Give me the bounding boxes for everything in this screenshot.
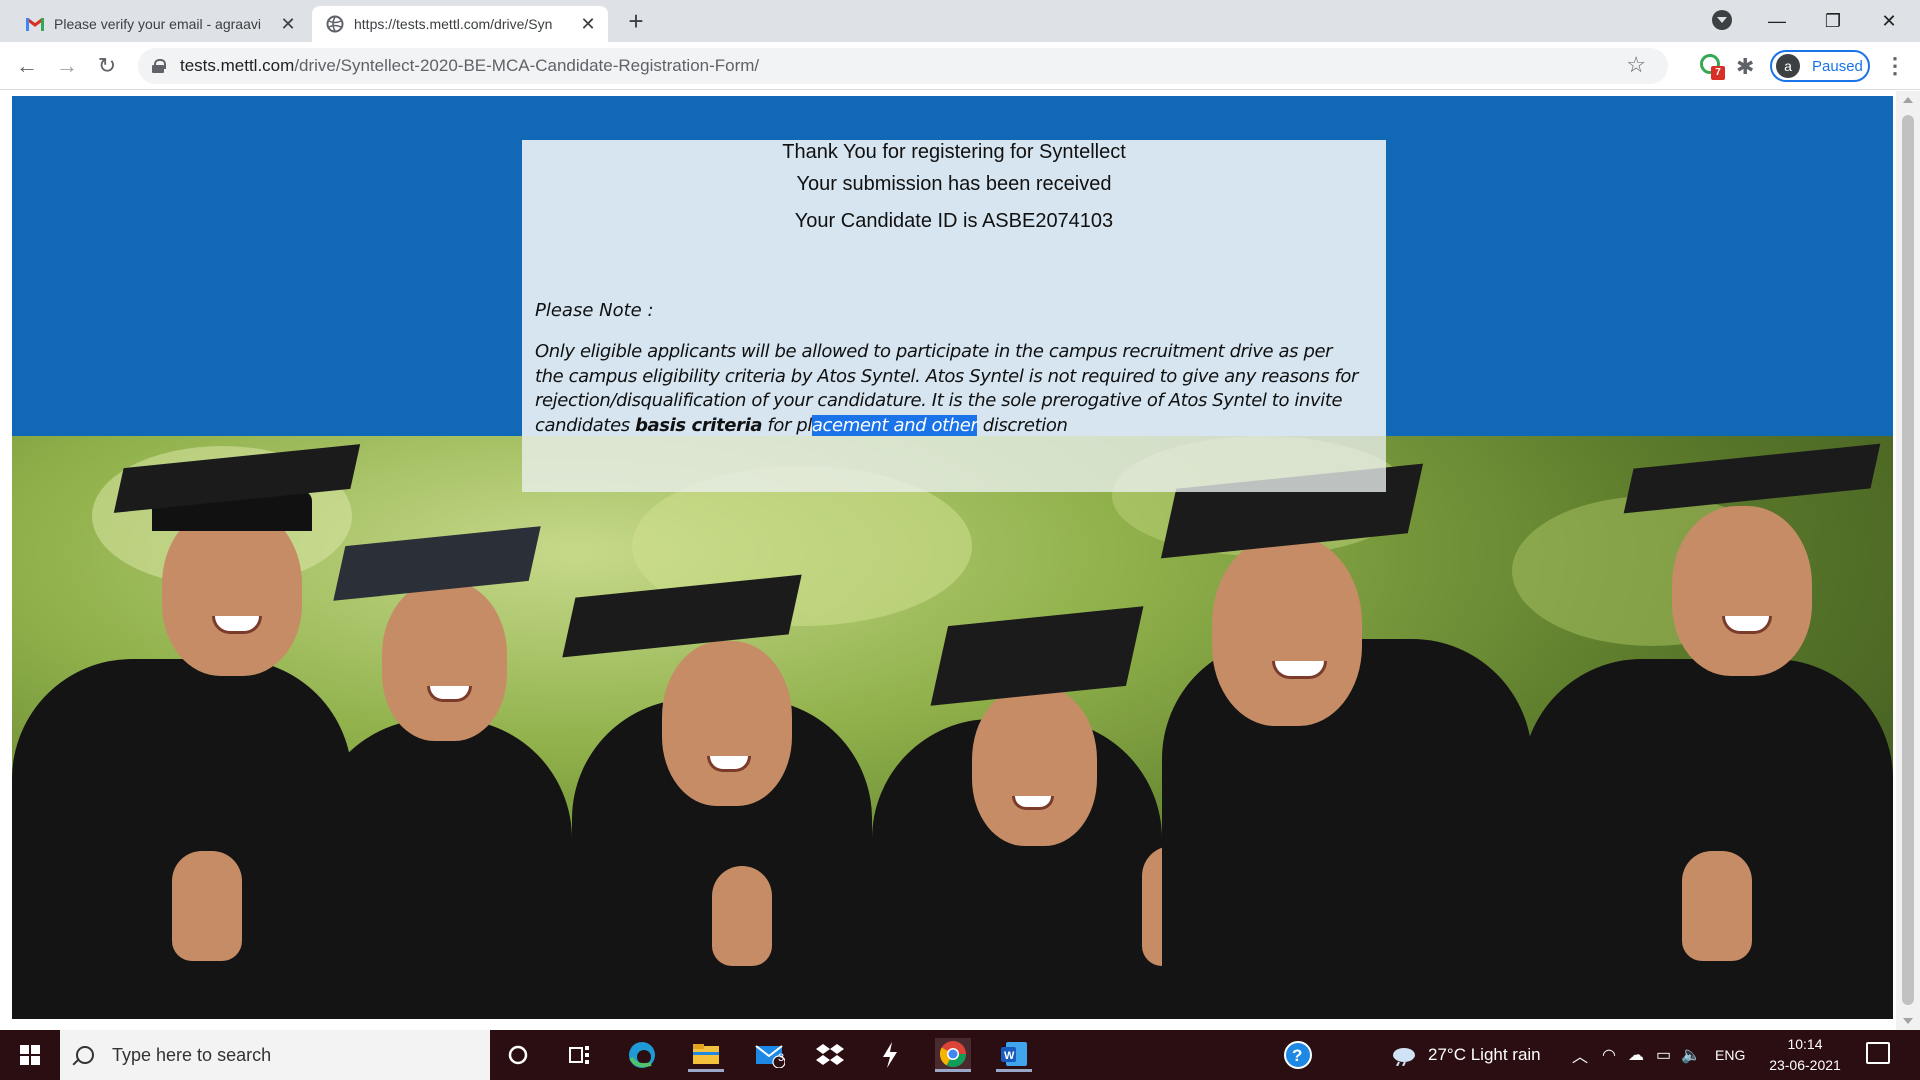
- note-title: Please Note :: [535, 300, 654, 321]
- note-text: discretion: [977, 414, 1068, 436]
- dropbox-icon[interactable]: [812, 1038, 848, 1072]
- scrollbar-thumb[interactable]: [1902, 115, 1914, 1005]
- task-view-icon[interactable]: [562, 1038, 598, 1072]
- battery-icon[interactable]: ▭: [1656, 1045, 1671, 1065]
- wifi-icon[interactable]: ◠: [1602, 1045, 1616, 1065]
- taskbar-search-box[interactable]: Type here to search: [60, 1030, 490, 1080]
- scroll-down-icon[interactable]: [1903, 1018, 1913, 1024]
- date: 23-06-2021: [1769, 1057, 1841, 1073]
- volume-icon[interactable]: 🔈: [1681, 1045, 1701, 1065]
- windows-start-icon[interactable]: [0, 1030, 60, 1080]
- cortana-icon[interactable]: [500, 1038, 536, 1072]
- notification-icon[interactable]: [1866, 1042, 1890, 1064]
- vertical-scrollbar[interactable]: [1896, 91, 1920, 1030]
- profile-button[interactable]: a Paused: [1770, 50, 1870, 82]
- note-text: for pl: [762, 414, 812, 436]
- system-tray[interactable]: ︿ ◠ ☁ ▭ 🔈 ENG: [1572, 1030, 1745, 1080]
- svg-text:?: ?: [1292, 1046, 1302, 1065]
- browser-tab-strip: Please verify your email - agraavi ✕ htt…: [0, 0, 1920, 42]
- cloud-rain-icon: [1393, 1048, 1415, 1066]
- submission-message: Your submission has been received: [796, 173, 1112, 195]
- mail-badge: 3: [778, 1052, 785, 1064]
- extension-badge-icon[interactable]: 7: [1700, 54, 1726, 80]
- kebab-menu-icon[interactable]: ⋮: [1884, 52, 1906, 82]
- tab-title: https://tests.mettl.com/drive/Syn: [354, 16, 553, 32]
- file-explorer-icon[interactable]: [688, 1038, 724, 1072]
- onedrive-icon[interactable]: ☁: [1628, 1045, 1644, 1065]
- confirmation-card: Thank You for registering for Syntellect…: [522, 140, 1386, 492]
- profile-status: Paused: [1812, 57, 1863, 75]
- thank-you-message: Thank You for registering for Syntellect: [782, 141, 1126, 163]
- note-bold-text: basis criteria: [635, 414, 763, 436]
- close-icon[interactable]: ✕: [578, 14, 598, 34]
- weather-text: 27°C Light rain: [1428, 1045, 1541, 1064]
- card-panel-translucent: [522, 436, 1386, 492]
- lock-icon[interactable]: [152, 59, 166, 73]
- language-indicator[interactable]: ENG: [1715, 1047, 1745, 1063]
- page-content: Thank You for registering for Syntellect…: [12, 96, 1893, 1019]
- globe-icon: [326, 15, 344, 33]
- page-viewport: Thank You for registering for Syntellect…: [0, 91, 1920, 1030]
- search-icon: [76, 1046, 94, 1064]
- help-icon[interactable]: ?: [1280, 1038, 1316, 1072]
- tab-search-icon[interactable]: [1712, 10, 1732, 30]
- chrome-icon[interactable]: [935, 1038, 971, 1072]
- candidate-id: Your Candidate ID is ASBE2074103: [794, 210, 1114, 232]
- bookmark-star-icon[interactable]: ☆: [1626, 52, 1646, 78]
- gmail-icon: [26, 15, 44, 33]
- selected-text: acement and other: [811, 414, 978, 436]
- mail-icon[interactable]: 3: [752, 1038, 788, 1072]
- forward-arrow-icon[interactable]: →: [52, 52, 82, 82]
- reload-icon[interactable]: ↻: [92, 52, 122, 82]
- extensions-puzzle-icon[interactable]: ✱: [1736, 54, 1762, 80]
- scroll-up-icon[interactable]: [1903, 97, 1913, 103]
- tab-gmail[interactable]: Please verify your email - agraavi ✕: [12, 6, 308, 42]
- extension-count: 7: [1711, 66, 1725, 80]
- restore-icon[interactable]: ❐: [1810, 6, 1856, 36]
- search-placeholder: Type here to search: [112, 1044, 272, 1065]
- edge-browser-icon[interactable]: [624, 1038, 660, 1072]
- address-bar[interactable]: tests.mettl.com/drive/Syntellect-2020-BE…: [138, 48, 1668, 84]
- weather-widget[interactable]: 27°C Light rain: [1390, 1030, 1541, 1080]
- tab-mettl[interactable]: https://tests.mettl.com/drive/Syn ✕: [312, 6, 608, 42]
- note-body: Only eligible applicants will be allowed…: [535, 340, 1365, 438]
- time: 10:14: [1787, 1036, 1823, 1052]
- new-tab-button[interactable]: +: [622, 8, 650, 36]
- svg-text:W: W: [1004, 1050, 1015, 1062]
- back-arrow-icon[interactable]: ←: [12, 52, 42, 82]
- window-close-icon[interactable]: ✕: [1866, 6, 1912, 36]
- clock[interactable]: 10:14 23-06-2021: [1762, 1034, 1848, 1076]
- url-path: /drive/Syntellect-2020-BE-MCA-Candidate-…: [294, 56, 760, 75]
- graduates-photo: [12, 436, 1893, 1019]
- avatar: a: [1776, 54, 1800, 78]
- url-host: tests.mettl.com: [180, 56, 295, 75]
- minimize-icon[interactable]: —: [1754, 6, 1800, 36]
- chevron-up-icon[interactable]: ︿: [1572, 1043, 1588, 1067]
- word-icon[interactable]: W: [996, 1038, 1032, 1072]
- tab-title: Please verify your email - agraavi: [54, 16, 261, 32]
- browser-toolbar: ← → ↻ tests.mettl.com/drive/Syntellect-2…: [0, 42, 1920, 90]
- close-icon[interactable]: ✕: [278, 14, 298, 34]
- windows-taskbar: Type here to search 3 W ? 27°C Light rai…: [0, 1030, 1920, 1080]
- lightning-app-icon[interactable]: [872, 1038, 908, 1072]
